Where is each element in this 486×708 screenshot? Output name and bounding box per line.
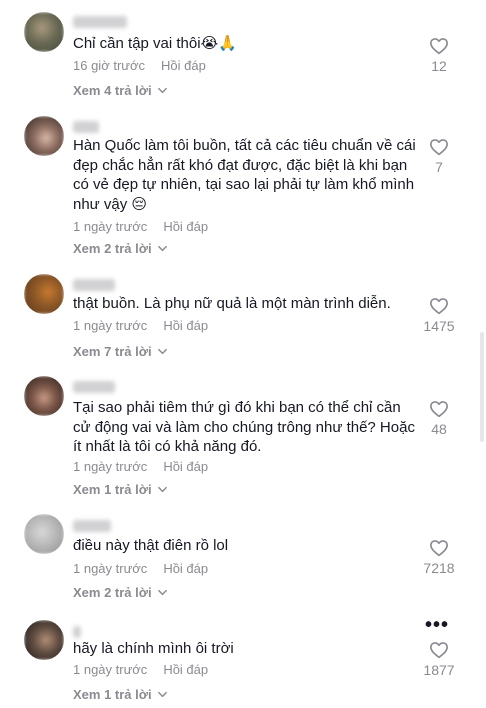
- comment-text: hãy là chính mình ôi trời: [73, 640, 234, 657]
- like-button[interactable]: 12: [414, 37, 464, 74]
- like-count: 7: [435, 159, 443, 175]
- chevron-down-icon: [157, 245, 167, 252]
- view-replies-button[interactable]: Xem 2 trả lời: [73, 585, 168, 600]
- comment-time: 1 ngày trước: [73, 219, 148, 234]
- comment-time: 1 ngày trước: [73, 662, 148, 677]
- view-replies-button[interactable]: Xem 1 trả lời: [73, 482, 168, 497]
- like-button[interactable]: 48: [414, 400, 464, 437]
- heart-outline-icon: [430, 139, 448, 156]
- view-replies-label: Xem 2 trả lời: [73, 241, 152, 256]
- username-blurred[interactable]: [73, 626, 81, 638]
- like-button[interactable]: 7218: [414, 539, 464, 576]
- username-blurred[interactable]: [73, 279, 115, 291]
- heart-outline-icon: [430, 540, 448, 557]
- comment-meta: 1 ngày trước Hồi đáp: [73, 561, 208, 576]
- comment-text: điều này thật điên rồ lol: [73, 537, 229, 554]
- like-button[interactable]: 1475: [414, 297, 464, 334]
- comment-meta: 1 ngày trước Hồi đáp: [73, 662, 208, 677]
- heart-outline-icon: [430, 401, 448, 418]
- comment-time: 1 ngày trước: [73, 561, 148, 576]
- like-button[interactable]: 1877: [414, 641, 464, 678]
- avatar[interactable]: [24, 620, 64, 660]
- heart-outline-icon: [430, 642, 448, 659]
- view-replies-button[interactable]: Xem 1 trả lời: [73, 687, 168, 702]
- comment-meta: 1 ngày trước Hồi đáp: [73, 219, 208, 234]
- comment-text: thật buồn. Là phụ nữ quả là một màn trìn…: [73, 295, 391, 312]
- reply-button[interactable]: Hồi đáp: [163, 318, 208, 333]
- like-count: 48: [431, 421, 447, 437]
- more-options-button[interactable]: •••: [425, 615, 449, 635]
- reply-button[interactable]: Hồi đáp: [163, 662, 208, 677]
- view-replies-button[interactable]: Xem 4 trả lời: [73, 83, 168, 98]
- view-replies-label: Xem 4 trả lời: [73, 83, 152, 98]
- chevron-down-icon: [157, 486, 167, 493]
- avatar[interactable]: [24, 12, 64, 52]
- reply-button[interactable]: Hồi đáp: [163, 219, 208, 234]
- comment-time: 16 giờ trước: [73, 58, 145, 73]
- view-replies-label: Xem 7 trả lời: [73, 344, 152, 359]
- username-blurred[interactable]: [73, 16, 127, 28]
- comment-text: Hàn Quốc làm tôi buồn, tất cả các tiêu c…: [73, 137, 416, 213]
- comment-meta: 1 ngày trước Hồi đáp: [73, 459, 208, 474]
- chevron-down-icon: [157, 87, 167, 94]
- reply-button[interactable]: Hồi đáp: [163, 459, 208, 474]
- like-count: 1877: [423, 662, 455, 678]
- scrollbar[interactable]: [480, 332, 484, 442]
- avatar[interactable]: [24, 376, 64, 416]
- comment-text: Tại sao phải tiêm thứ gì đó khi bạn có t…: [73, 399, 415, 455]
- view-replies-label: Xem 2 trả lời: [73, 585, 152, 600]
- comment-meta: 1 ngày trước Hồi đáp: [73, 318, 208, 333]
- comment-text: Chỉ cần tập vai thôi😭🙏: [73, 35, 237, 52]
- view-replies-label: Xem 1 trả lời: [73, 687, 152, 702]
- chevron-down-icon: [157, 691, 167, 698]
- view-replies-button[interactable]: Xem 2 trả lời: [73, 241, 168, 256]
- username-blurred[interactable]: [73, 520, 111, 532]
- username-blurred[interactable]: [73, 121, 99, 133]
- comment-time: 1 ngày trước: [73, 318, 148, 333]
- reply-button[interactable]: Hồi đáp: [163, 561, 208, 576]
- heart-outline-icon: [430, 38, 448, 55]
- view-replies-label: Xem 1 trả lời: [73, 482, 152, 497]
- like-count: 1475: [423, 318, 455, 334]
- comment-meta: 16 giờ trước Hồi đáp: [73, 58, 206, 73]
- avatar[interactable]: [24, 274, 64, 314]
- reply-button[interactable]: Hồi đáp: [161, 58, 206, 73]
- like-count: 12: [431, 58, 447, 74]
- username-blurred[interactable]: [73, 381, 115, 393]
- like-count: 7218: [423, 560, 455, 576]
- view-replies-button[interactable]: Xem 7 trả lời: [73, 344, 168, 359]
- comment-time: 1 ngày trước: [73, 459, 148, 474]
- chevron-down-icon: [157, 589, 167, 596]
- chevron-down-icon: [157, 348, 167, 355]
- like-button[interactable]: 7: [414, 138, 464, 175]
- heart-outline-icon: [430, 298, 448, 315]
- avatar[interactable]: [24, 116, 64, 156]
- avatar[interactable]: [24, 514, 64, 554]
